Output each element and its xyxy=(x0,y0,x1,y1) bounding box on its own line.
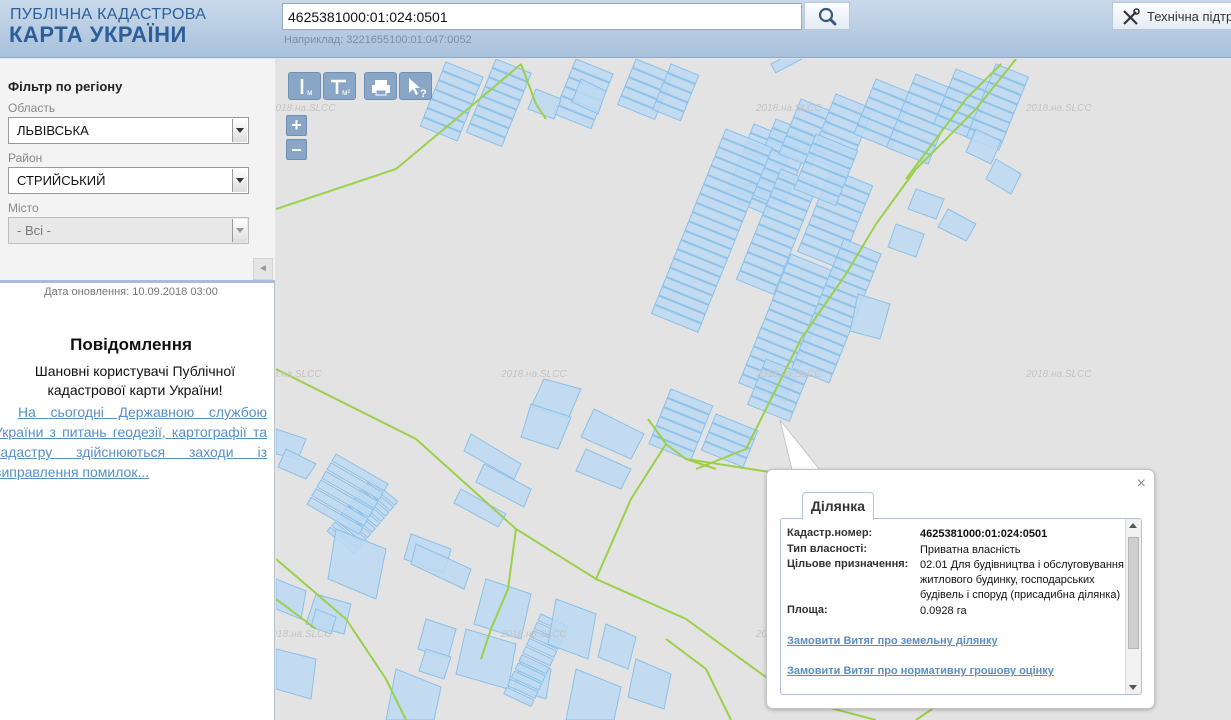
popup-pointer xyxy=(779,419,822,472)
ruler-unit: м xyxy=(307,88,313,97)
land-parcel[interactable] xyxy=(937,208,977,242)
filter-title: Фільтр по регіону xyxy=(8,79,123,94)
map-watermark: 2018.на.SLCC xyxy=(500,629,567,640)
row-value: 4625381000:01:024:0501 xyxy=(920,528,1048,540)
popup-scrollbar[interactable] xyxy=(1125,519,1141,694)
map-watermark: 2018.на.SLCC xyxy=(755,369,822,380)
map-watermark: 2018.на.SLCC xyxy=(1025,103,1092,114)
row-key: Кадастр.номер: xyxy=(787,527,873,539)
search-example-hint: Наприклад: 3221655100:01:047:0052 xyxy=(284,34,472,46)
print-button[interactable] xyxy=(364,72,397,100)
map-watermark: 2018.на.SLCC xyxy=(276,369,322,380)
identify-button[interactable]: ? xyxy=(399,72,432,100)
collapse-sidebar-button[interactable]: ◄ xyxy=(253,258,273,280)
chevron-down-icon xyxy=(232,119,247,142)
tab-parcel[interactable]: Ділянка xyxy=(802,492,874,520)
tech-support-button[interactable]: Технічна підтримка xyxy=(1112,2,1231,30)
map-watermark: 2018.на.SLCC xyxy=(276,103,336,114)
land-parcel[interactable] xyxy=(453,488,507,528)
notice-link[interactable]: На сьогодні Державною службою України з … xyxy=(0,402,267,482)
sidebar: Фільтр по регіону Область ЛЬВІВСЬКА Райо… xyxy=(0,59,275,720)
row-key: Тип власності: xyxy=(787,543,868,555)
land-parcel[interactable] xyxy=(770,59,811,74)
print-icon xyxy=(372,80,390,96)
identify-mark: ? xyxy=(420,88,427,100)
row-value: 0.0928 га xyxy=(920,605,967,617)
order-land-extract-link[interactable]: Замовити Витяг про земельну ділянку xyxy=(787,635,998,647)
scroll-up-icon[interactable] xyxy=(1129,523,1137,528)
chevron-down-icon xyxy=(232,169,247,192)
zoom-in-button[interactable]: + xyxy=(286,115,307,136)
region-select[interactable]: ЛЬВІВСЬКА xyxy=(8,117,249,144)
ruler-icon: м xyxy=(300,79,313,97)
order-valuation-extract-link[interactable]: Замовити Витяг про нормативну грошову оц… xyxy=(787,665,1054,677)
logo-title-main[interactable]: КАРТА УКРАЇНИ xyxy=(9,22,187,48)
search-input[interactable] xyxy=(282,3,802,30)
tools-icon xyxy=(1123,8,1140,25)
land-parcel[interactable] xyxy=(327,528,387,600)
parcel-info-popup: × Ділянка Кадастр.номер: 4625381000:01:0… xyxy=(766,469,1155,709)
region-select-value: ЛЬВІВСЬКА xyxy=(17,123,89,138)
chevron-down-icon xyxy=(232,219,247,242)
notice-title: Повідомлення xyxy=(70,335,192,354)
search-icon xyxy=(818,7,837,26)
land-parcel[interactable] xyxy=(565,668,622,720)
cursor-question-icon: ? xyxy=(409,78,427,100)
measure-area-button[interactable]: м² xyxy=(323,72,356,100)
region-label: Область xyxy=(8,101,56,115)
city-label: Місто xyxy=(8,201,39,215)
scroll-down-icon[interactable] xyxy=(1129,685,1137,690)
notice-greeting: Шановні користувачі Публічної кадастрово… xyxy=(34,363,236,398)
district-label: Район xyxy=(8,151,43,165)
land-parcel[interactable] xyxy=(276,648,317,700)
city-select[interactable]: - Всі - xyxy=(8,217,249,244)
zoom-out-button[interactable]: – xyxy=(286,139,307,160)
row-value: 02.01 Для будівництва і обслуговування ж… xyxy=(920,559,1124,601)
land-parcel[interactable] xyxy=(597,623,637,670)
tech-support-label: Технічна підтримка xyxy=(1147,9,1231,24)
area-icon: м² xyxy=(331,79,351,97)
measure-distance-button[interactable]: м xyxy=(288,72,321,100)
update-date: Дата оновлення: 10.09.2018 03:00 xyxy=(44,286,218,298)
area-unit: м² xyxy=(342,88,351,97)
district-select[interactable]: СТРИЙСЬКИЙ xyxy=(8,167,249,194)
scrollbar-thumb[interactable] xyxy=(1128,537,1139,649)
land-parcel[interactable] xyxy=(907,188,945,220)
row-key: Площа: xyxy=(787,604,828,616)
boundary-line xyxy=(665,638,732,720)
land-parcel[interactable] xyxy=(627,658,672,710)
map-watermark: 2018.на.SLCC xyxy=(1025,369,1092,380)
district-select-value: СТРИЙСЬКИЙ xyxy=(17,173,106,188)
city-select-value: - Всі - xyxy=(17,223,51,238)
map-watermark: 2018.на.SLCC xyxy=(276,629,332,640)
region-filter-panel: Фільтр по регіону Область ЛЬВІВСЬКА Райо… xyxy=(0,59,275,283)
row-key: Цільове призначення: xyxy=(787,558,909,570)
header: ПУБЛІЧНА КАДАСТРОВА КАРТА УКРАЇНИ Наприк… xyxy=(0,0,1231,58)
search-button[interactable] xyxy=(804,2,850,30)
map-watermark: 2018.на.SLCC xyxy=(755,103,822,114)
land-parcel[interactable] xyxy=(276,578,307,620)
close-icon[interactable]: × xyxy=(1137,475,1146,493)
map-watermark: 2018.на.SLCC xyxy=(500,369,567,380)
row-value: Приватна власність xyxy=(920,544,1021,556)
land-parcel[interactable] xyxy=(887,223,925,258)
popup-body: Кадастр.номер: 4625381000:01:024:0501 Ти… xyxy=(780,518,1142,695)
